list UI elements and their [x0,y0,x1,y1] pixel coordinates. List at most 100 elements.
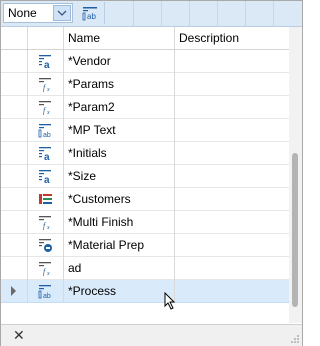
column-divider [63,280,64,303]
text-field-ab-icon[interactable]: ab [77,2,105,24]
row-name: *Params [68,77,115,91]
scrollbar-thumb[interactable] [292,153,298,307]
list-colored-icon [38,192,54,207]
column-divider [27,73,28,96]
column-divider [174,211,175,234]
toolbar-divider [189,1,190,26]
table-row[interactable]: ab *MP Text [1,119,289,142]
table-row[interactable]: f x *Params [1,73,289,96]
column-divider [63,50,64,73]
column-divider [174,73,175,96]
column-divider [27,234,28,257]
text-field-ab-icon: ab [38,284,54,300]
formula-fx-icon: fx [38,261,54,277]
text-a-icon: a [38,54,54,71]
column-divider [63,96,64,119]
table-row[interactable]: f x *Multi Finish [1,211,289,234]
column-divider [63,188,64,211]
filter-combo[interactable]: None [3,3,73,23]
svg-text:ab: ab [87,12,96,21]
row-name: *Material Prep [68,238,145,252]
bottom-bar: ✕ [1,324,302,346]
column-divider [174,96,175,119]
row-name: *Multi Finish [68,215,134,229]
filter-combo-value: None [8,6,37,20]
row-name: ad [68,261,82,275]
column-divider [63,211,64,234]
mouse-cursor-icon [164,292,176,310]
svg-text:x: x [46,271,50,276]
toolbar-divider [133,1,134,26]
column-divider [174,234,175,257]
toolbar: None ab [1,1,302,27]
column-divider [174,257,175,280]
table-row[interactable]: f x ad [1,257,289,280]
column-divider [174,188,175,211]
text-field-ab-icon: ab [38,123,54,139]
svg-text:a: a [44,175,50,184]
table-row[interactable]: a *Vendor [1,50,289,73]
column-divider [63,119,64,142]
toolbar-divider [161,1,162,26]
toolbar-divider [245,1,246,26]
table-row[interactable]: *Customers [1,188,289,211]
column-divider [174,50,175,73]
column-divider [63,27,64,49]
row-name: *Process [68,284,117,298]
column-divider [63,165,64,188]
row-name: *Initials [68,146,107,160]
row-name: *MP Text [68,123,116,137]
toolbar-divider [217,1,218,26]
column-divider [63,234,64,257]
formula-fx-icon: fx [38,100,54,116]
row-name: *Customers [68,192,131,206]
close-icon[interactable]: ✕ [13,327,25,344]
svg-text:ab: ab [43,132,51,138]
column-divider [63,142,64,165]
grid-header: Name Description [1,27,289,50]
column-divider [174,165,175,188]
table-row[interactable]: ab *Process [1,280,289,303]
column-divider [174,119,175,142]
formula-fx-icon: fx [38,215,54,231]
chevron-down-icon[interactable] [53,5,71,21]
list-circle-icon [38,238,54,253]
svg-text:a: a [44,152,50,161]
column-divider [63,257,64,280]
table-row[interactable]: *Material Prep [1,234,289,257]
row-name: *Param2 [68,100,115,114]
toolbar-divider [273,1,274,26]
row-indicator-icon [11,286,16,296]
column-divider [174,27,175,49]
resize-grip-icon[interactable] [290,334,300,344]
row-name: *Vendor [68,54,111,68]
table-row[interactable]: a *Initials [1,142,289,165]
column-divider [63,73,64,96]
formula-fx-icon: fx [38,77,54,93]
column-divider [27,50,28,73]
column-divider [27,188,28,211]
text-a-icon: a [38,146,54,163]
column-header-name[interactable]: Name [68,31,100,45]
svg-text:ab: ab [43,293,51,299]
field-list-panel: None ab Name Description a *Vendor f x *… [0,0,303,346]
table-row[interactable]: a *Size [1,165,289,188]
svg-text:x: x [46,110,50,115]
vertical-scrollbar[interactable] [289,27,302,323]
column-divider [27,211,28,234]
column-divider [27,119,28,142]
text-a-icon: a [38,169,54,186]
svg-text:x: x [46,87,50,92]
svg-text:x: x [46,225,50,230]
fields-grid: Name Description a *Vendor f x *Params f x *Par… [1,27,289,323]
column-divider [27,165,28,188]
svg-text:a: a [44,60,50,69]
column-divider [27,27,28,49]
column-divider [27,257,28,280]
table-row[interactable]: f x *Param2 [1,96,289,119]
row-name: *Size [68,169,97,183]
column-header-description[interactable]: Description [179,31,239,45]
column-divider [27,142,28,165]
column-divider [27,280,28,303]
column-divider [174,142,175,165]
